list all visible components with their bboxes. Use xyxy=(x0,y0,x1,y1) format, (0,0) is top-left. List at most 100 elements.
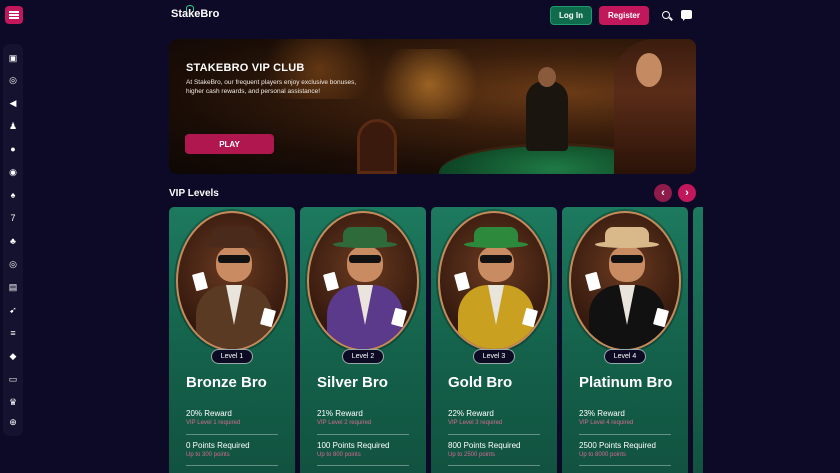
hero-description: At StakeBro, our frequent players enjoy … xyxy=(186,79,357,95)
points-subtext: Up to 300 points xyxy=(186,452,230,458)
reward-text: 23% Reward xyxy=(579,409,625,418)
reward-text: 22% Reward xyxy=(448,409,494,418)
level-badge: Level 4 xyxy=(604,349,646,364)
top-bar: StakeBro Log In Register xyxy=(0,0,840,34)
reward-text: 20% Reward xyxy=(186,409,232,418)
playing-card-icon xyxy=(192,271,208,292)
avatar-sunglasses xyxy=(480,255,512,263)
points-required-text: 0 Points Required xyxy=(186,441,250,450)
vip-levels-title: VIP Levels xyxy=(169,188,219,199)
chevron-left-icon: ‹ xyxy=(661,187,665,199)
vip-level-card[interactable]: Level 4 Platinum Bro 23% Reward VIP Level 4… xyxy=(562,207,688,473)
reward-subtext: VIP Level 1 required xyxy=(186,420,241,426)
ticket-icon[interactable]: ▭ xyxy=(7,373,19,385)
sidebar: ▣ ◎ ◀ ♟ ● ◉ ♠ 7 ♣ ◎ ▤ ➹ ≡ ◆ ▭ ♛ ⊕ xyxy=(3,44,23,436)
avatar-hat xyxy=(605,227,649,243)
points-required-text: 100 Points Required xyxy=(317,441,390,450)
reward-text: 21% Reward xyxy=(317,409,363,418)
search-icon[interactable] xyxy=(662,11,670,19)
hamburger-icon xyxy=(9,14,19,16)
avatar-face xyxy=(347,246,383,282)
avatar-sunglasses xyxy=(218,255,250,263)
trophy-icon[interactable]: ♛ xyxy=(7,396,19,408)
chess-pawn-icon[interactable]: ♟ xyxy=(7,120,19,132)
playing-card-icon xyxy=(260,307,276,328)
hero-lamp-glow xyxy=(369,49,489,119)
lottery-icon[interactable]: ▤ xyxy=(7,281,19,293)
level-badge: Level 3 xyxy=(473,349,515,364)
points-required-text: 2500 Points Required xyxy=(579,441,656,450)
globe-icon[interactable]: ⊕ xyxy=(7,416,19,428)
avatar-face xyxy=(216,246,252,282)
roulette-icon[interactable]: ◉ xyxy=(7,166,19,178)
divider xyxy=(186,465,278,466)
playing-card-icon xyxy=(585,271,601,292)
divider xyxy=(579,434,671,435)
target-icon[interactable]: ◎ xyxy=(7,258,19,270)
divider xyxy=(448,434,540,435)
chat-icon[interactable] xyxy=(681,10,692,21)
vip-level-card[interactable]: Level 1 Bronze Bro 20% Reward VIP Level 1 r… xyxy=(169,207,295,473)
slots-icon[interactable]: ▣ xyxy=(7,52,19,64)
play-button[interactable]: PLAY xyxy=(185,134,274,154)
reward-subtext: VIP Level 3 required xyxy=(448,420,503,426)
points-subtext: Up to 8000 points xyxy=(579,452,627,458)
divider xyxy=(186,434,278,435)
divider xyxy=(579,465,671,466)
vip-level-card[interactable]: Level 2 Silver Bro 21% Reward VIP Level 2 r… xyxy=(300,207,426,473)
cards-icon[interactable]: ♣ xyxy=(7,235,19,247)
poker-chip-icon[interactable]: ● xyxy=(7,143,19,155)
dealer-icon[interactable]: ♠ xyxy=(7,189,19,201)
megaphone-icon[interactable]: ◀ xyxy=(7,97,19,109)
level-badge: Level 1 xyxy=(211,349,253,364)
level-name: Gold Bro xyxy=(448,374,513,391)
vip-avatar-image xyxy=(438,211,550,351)
vip-avatar-image xyxy=(176,211,288,351)
avatar-hat xyxy=(474,227,518,243)
level-name: Bronze Bro xyxy=(186,374,267,391)
divider xyxy=(317,434,409,435)
vip-level-carousel: Level 1 Bronze Bro 20% Reward VIP Level 1 r… xyxy=(169,207,840,473)
reward-subtext: VIP Level 4 required xyxy=(579,420,634,426)
playing-card-icon xyxy=(391,307,407,328)
avatar-face xyxy=(478,246,514,282)
avatar-face xyxy=(609,246,645,282)
vip-avatar-image xyxy=(307,211,419,351)
casino-chip-icon[interactable]: ◎ xyxy=(7,74,19,86)
vip-level-card[interactable]: Level 3 Gold Bro 22% Reward VIP Level 3 req… xyxy=(431,207,557,473)
vip-hero-banner: STAKEBRO VIP CLUB At StakeBro, our frequ… xyxy=(169,39,696,174)
level-badge: Level 2 xyxy=(342,349,384,364)
menu-button[interactable] xyxy=(5,6,23,24)
carousel-prev-button[interactable]: ‹ xyxy=(654,184,672,202)
hero-woman-image xyxy=(614,39,696,174)
level-name: Silver Bro xyxy=(317,374,388,391)
site-logo[interactable]: StakeBro xyxy=(171,8,219,20)
avatar-hat xyxy=(343,227,387,243)
coin-stack-icon[interactable]: ≡ xyxy=(7,327,19,339)
vip-level-card-next-peek[interactable] xyxy=(693,207,703,473)
divider xyxy=(448,465,540,466)
reward-subtext: VIP Level 2 required xyxy=(317,420,372,426)
divider xyxy=(317,465,409,466)
avatar-sunglasses xyxy=(611,255,643,263)
playing-card-icon xyxy=(653,307,669,328)
points-subtext: Up to 800 points xyxy=(317,452,361,458)
rocket-icon[interactable]: ➹ xyxy=(7,304,19,316)
login-button[interactable]: Log In xyxy=(550,6,592,25)
carousel-next-button[interactable]: › xyxy=(678,184,696,202)
level-name: Platinum Bro xyxy=(579,374,673,391)
chevron-right-icon: › xyxy=(685,187,689,199)
playing-card-icon xyxy=(454,271,470,292)
avatar-hat xyxy=(212,227,256,243)
hero-chair-image xyxy=(357,119,397,174)
points-required-text: 800 Points Required xyxy=(448,441,521,450)
hero-title: STAKEBRO VIP CLUB xyxy=(186,62,305,74)
hero-dealer-image xyxy=(526,67,568,151)
cube-icon[interactable]: ◆ xyxy=(7,350,19,362)
points-subtext: Up to 2500 points xyxy=(448,452,496,458)
register-button[interactable]: Register xyxy=(599,6,649,25)
playing-card-icon xyxy=(323,271,339,292)
vip-avatar-image xyxy=(569,211,681,351)
playing-card-icon xyxy=(522,307,538,328)
seven-icon[interactable]: 7 xyxy=(7,212,19,224)
